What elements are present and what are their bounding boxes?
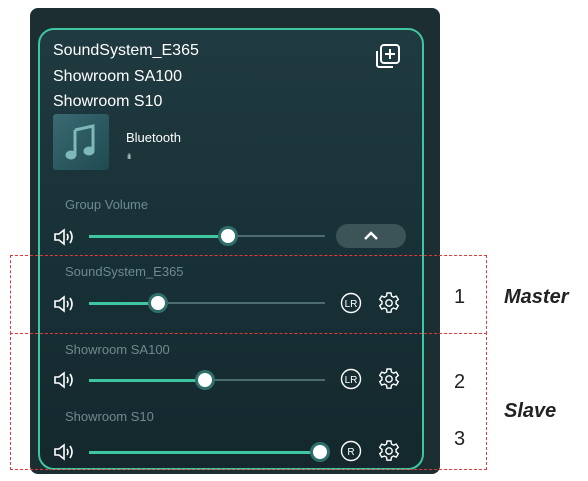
slave-label: Slave	[504, 400, 557, 422]
album-art	[53, 114, 109, 170]
music-note-icon	[65, 124, 95, 160]
collapse-button[interactable]	[336, 224, 406, 248]
source-label: Bluetooth	[126, 130, 181, 145]
chevron-up-icon	[364, 231, 378, 240]
annotation-number: 1	[454, 286, 466, 308]
eq-indicator: ılı	[127, 152, 131, 161]
master-highlight-box	[10, 255, 487, 334]
group-member-3: Showroom S10	[53, 93, 163, 110]
slave-highlight-box	[10, 332, 487, 470]
slider-fill	[89, 234, 228, 238]
master-label: Master	[504, 286, 569, 308]
group-volume-label: Group Volume	[65, 197, 149, 212]
group-member-2: Showroom SA100	[53, 68, 182, 85]
speaker-icon[interactable]	[53, 227, 75, 247]
annotation-number: 3	[454, 428, 466, 450]
slider-thumb[interactable]	[217, 226, 238, 246]
annotation-number: 2	[454, 371, 466, 393]
add-group-icon[interactable]	[374, 42, 402, 70]
group-member-1: SoundSystem_E365	[53, 42, 199, 59]
